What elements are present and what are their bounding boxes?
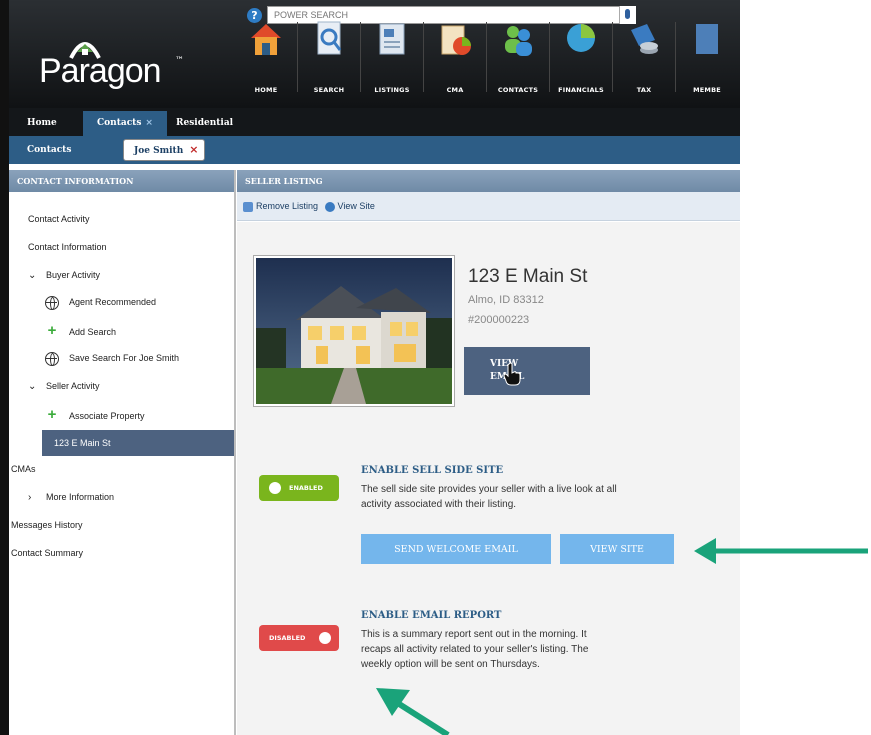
remove-listing-link[interactable]: Remove Listing — [243, 201, 318, 212]
email-report-description: This is a summary report sent out in the… — [361, 629, 589, 670]
nav-listings[interactable]: LISTINGS — [361, 18, 423, 98]
sidebar-item-add-search[interactable]: + Add Search — [9, 317, 234, 345]
tab-home[interactable]: Home — [27, 111, 57, 136]
view-site-button[interactable]: VIEW SITE — [560, 534, 674, 564]
member-icon — [696, 24, 718, 54]
sidebar-item-contact-summary[interactable]: Contact Summary — [9, 540, 234, 568]
tab-bar: Home Contacts × Residential — [9, 108, 740, 136]
sidebar-item-seller-activity[interactable]: ⌄ Seller Activity — [9, 373, 234, 401]
plus-icon: + — [47, 405, 57, 423]
sell-side-toggle[interactable]: ENABLED — [259, 475, 339, 501]
listing-city: Almo, ID 83312 — [468, 294, 544, 306]
sidebar-item-cmas[interactable]: CMAs — [9, 456, 234, 484]
email-report-toggle[interactable]: DISABLED — [259, 625, 339, 651]
nav-contacts[interactable]: CONTACTS — [487, 18, 549, 98]
send-welcome-email-button[interactable]: SEND WELCOME EMAIL — [361, 534, 551, 564]
sidebar-item-contact-activity[interactable]: Contact Activity — [9, 206, 234, 234]
tax-icon — [631, 24, 658, 54]
remove-icon — [243, 201, 253, 212]
listing-mls-number: #200000223 — [468, 314, 530, 326]
chevron-down-icon: ⌄ — [28, 269, 37, 281]
property-photo — [254, 256, 454, 406]
contacts-subbar: Contacts Joe Smith × — [9, 136, 740, 164]
globe-icon — [45, 296, 59, 311]
logo-text: Paragon — [39, 52, 162, 90]
tab-contacts-label: Contacts — [97, 118, 142, 128]
person-icon — [324, 201, 335, 212]
nav-home[interactable]: HOME — [235, 18, 297, 98]
email-report-toggle-label: DISABLED — [269, 634, 306, 642]
pie-chart-icon — [567, 24, 595, 52]
seller-listing-panel: SELLER LISTING Remove Listing View Site — [237, 170, 740, 735]
chevron-down-icon: ⌄ — [28, 380, 37, 392]
listings-icon — [379, 23, 405, 55]
sidebar-item-associate-property[interactable]: + Associate Property — [9, 401, 234, 429]
sell-side-toggle-label: ENABLED — [289, 484, 323, 492]
sidebar-item-messages-history[interactable]: Messages History — [9, 512, 234, 540]
contact-chip-label: Joe Smith — [134, 146, 184, 156]
home-icon — [251, 24, 281, 55]
sell-side-description: The sell side site provides your seller … — [361, 484, 617, 510]
sidebar-list: Contact Activity Contact Information ⌄ Bu… — [9, 206, 234, 568]
contacts-icon — [505, 26, 532, 56]
globe-icon — [45, 351, 59, 366]
listing-toolbar: Remove Listing View Site — [237, 192, 740, 221]
tab-residential[interactable]: Residential — [176, 111, 233, 136]
tab-contacts[interactable]: Contacts × — [83, 111, 167, 136]
top-header: ? Paragon ™ HOME SEARCH — [9, 0, 740, 108]
view-site-link[interactable]: View Site — [324, 201, 375, 212]
search-document-icon — [317, 21, 342, 55]
sidebar-item-more-information[interactable]: › More Information — [9, 484, 234, 512]
plus-icon: + — [47, 322, 57, 340]
house-photo — [256, 258, 452, 404]
chevron-right-icon: › — [28, 492, 32, 504]
close-icon[interactable]: × — [145, 118, 153, 128]
paragon-logo: Paragon ™ — [39, 34, 189, 96]
paragon-window: ? Paragon ™ HOME SEARCH — [0, 0, 740, 735]
close-icon[interactable]: × — [189, 143, 198, 156]
annotation-arrow-left-icon — [694, 538, 868, 564]
window-edge — [0, 0, 9, 735]
sidebar-header: CONTACT INFORMATION — [9, 170, 234, 192]
sidebar-item-123-e-main-st[interactable]: 123 E Main St — [42, 430, 234, 457]
listing-content: 123 E Main St Almo, ID 83312 #200000223 … — [237, 222, 740, 735]
sidebar-item-save-search[interactable]: Save Search For Joe Smith — [9, 345, 234, 373]
contact-sidebar: CONTACT INFORMATION Contact Activity Con… — [9, 170, 236, 735]
nav-financials[interactable]: FINANCIALS — [550, 18, 612, 98]
toggle-knob — [269, 482, 281, 494]
contact-chip[interactable]: Joe Smith × — [123, 139, 206, 161]
main-header: SELLER LISTING — [237, 170, 740, 192]
sidebar-item-agent-recommended[interactable]: Agent Recommended — [9, 289, 234, 317]
sidebar-item-contact-information[interactable]: Contact Information — [9, 234, 234, 262]
annotation-arrow-up-icon — [376, 688, 450, 735]
toggle-knob — [319, 632, 331, 644]
trademark: ™ — [175, 56, 184, 66]
cma-icon — [441, 25, 471, 55]
nav-search[interactable]: SEARCH — [298, 18, 360, 98]
nav-cma[interactable]: CMA — [424, 18, 486, 98]
main-nav: HOME SEARCH LISTINGS CMA CONTACTS FINANC… — [235, 18, 738, 98]
sidebar-item-buyer-activity[interactable]: ⌄ Buyer Activity — [9, 262, 234, 290]
hand-cursor-icon — [503, 362, 521, 386]
email-report-title: ENABLE EMAIL REPORT — [361, 610, 502, 621]
view-email-button[interactable]: VIEWEMAIL — [464, 347, 590, 395]
subbar-label: Contacts — [27, 145, 72, 155]
nav-members[interactable]: MEMBE — [676, 18, 738, 98]
listing-address: 123 E Main St — [468, 266, 588, 287]
sell-side-title: ENABLE SELL SIDE SITE — [361, 465, 504, 476]
nav-tax[interactable]: TAX — [613, 18, 675, 98]
